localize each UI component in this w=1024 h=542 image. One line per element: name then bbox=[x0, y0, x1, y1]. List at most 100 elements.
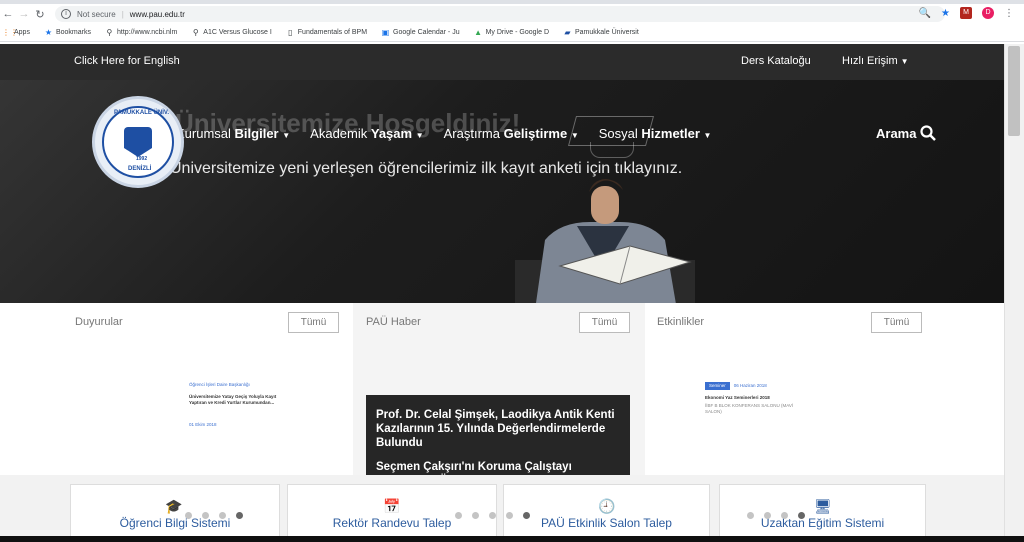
bookmark-label: Fundamentals of BPM bbox=[297, 29, 368, 36]
ders-katalogu-link[interactable]: Ders Kataloğu bbox=[741, 55, 811, 67]
nav-label: Akademik bbox=[310, 126, 368, 141]
etkinlik-place2: SALON) bbox=[705, 409, 722, 414]
os-taskbar bbox=[0, 536, 1024, 542]
nav-label-bold: Bilgiler bbox=[234, 126, 279, 141]
security-label: Not secure bbox=[77, 9, 116, 19]
back-arrow-icon[interactable]: ← bbox=[0, 8, 16, 20]
carousel-dot[interactable] bbox=[489, 512, 496, 519]
hizli-erisim-dropdown[interactable]: Hızlı Erişim ▼ bbox=[842, 55, 909, 67]
bookmark-label: Bookmarks bbox=[55, 29, 91, 36]
bookmark-label: http://www.ncbi.nlm bbox=[116, 29, 178, 36]
duyurular-carousel-dots bbox=[185, 512, 243, 519]
nav-label: Kurumsal bbox=[176, 126, 231, 141]
caret-down-icon: ▼ bbox=[703, 131, 712, 140]
nav-label: Araştırma bbox=[443, 126, 500, 141]
bookmark-ncbi[interactable]: ⚲ http://www.ncbi.nlm bbox=[105, 28, 178, 37]
etkinlik-carousel-dots bbox=[747, 512, 805, 519]
zoom-icon[interactable]: 🔍 bbox=[919, 8, 931, 19]
carousel-dot-active[interactable] bbox=[236, 512, 243, 519]
search-label: Arama bbox=[876, 125, 917, 141]
carousel-dot[interactable] bbox=[472, 512, 479, 519]
page-icon: ▰ bbox=[564, 28, 571, 37]
carousel-dot[interactable] bbox=[219, 512, 226, 519]
nav-akademik-yasam[interactable]: Akademik Yaşam ▼ bbox=[310, 126, 423, 141]
english-link[interactable]: Click Here for English bbox=[74, 55, 180, 67]
clock-icon: 🕘 bbox=[598, 498, 616, 514]
browser-address-bar: ← → ↻ i Not secure | www.pau.edu.tr 🔍 ★ … bbox=[0, 4, 1024, 24]
carousel-dot[interactable] bbox=[455, 512, 462, 519]
etkinlik-salon-label: PAÜ Etkinlik Salon Talep bbox=[541, 516, 672, 530]
etkinlik-preview[interactable]: Seminer 06 Haziran 2018 Ekonomi Yaz Semin… bbox=[705, 382, 793, 415]
duyuru-preview[interactable]: Öğrenci İşleri Daire Başkanlığı Üniversi… bbox=[189, 382, 276, 428]
logo-emblem bbox=[124, 127, 152, 157]
carousel-dot[interactable] bbox=[764, 512, 771, 519]
profile-avatar[interactable]: D bbox=[982, 7, 994, 19]
site-top-bar: Click Here for English Ders Kataloğu Hız… bbox=[0, 44, 1004, 80]
browser-toolbar-right: 🔍 ★ M D ⋮ bbox=[919, 7, 1014, 19]
logo-seal: PAMUKKALE ÜNİV. 1992 DENİZLİ bbox=[102, 106, 174, 178]
reload-icon[interactable]: ↻ bbox=[32, 8, 48, 21]
nav-label: Sosyal bbox=[598, 126, 638, 141]
duyuru-line2: Yaptıran ve Kredi Yurtlar Kurumundan... bbox=[189, 400, 275, 405]
bookmark-star-icon[interactable]: ★ bbox=[941, 8, 950, 19]
carousel-dot-active[interactable] bbox=[798, 512, 805, 519]
nav-arastirma-gelistirme[interactable]: Araştırma Geliştirme ▼ bbox=[444, 126, 579, 141]
bookmark-label: A1C Versus Glucose I bbox=[203, 29, 272, 36]
url-input[interactable]: i Not secure | www.pau.edu.tr bbox=[55, 6, 945, 22]
nav-sosyal-hizmetler[interactable]: Sosyal Hizmetler ▼ bbox=[599, 126, 712, 141]
carousel-dot-active[interactable] bbox=[523, 512, 530, 519]
bookmark-pamukkale[interactable]: ▰ Pamukkale Üniversit bbox=[563, 28, 639, 37]
bookmark-a1c[interactable]: ⚲ A1C Versus Glucose I bbox=[191, 28, 272, 37]
bookmark-apps[interactable]: ⋮⋮ Apps bbox=[2, 28, 30, 37]
nav-label-bold: Geliştirme bbox=[503, 126, 568, 141]
pau-haber-tumu-button[interactable]: Tümü bbox=[579, 312, 630, 333]
logo-year: 1992 bbox=[136, 156, 148, 162]
duyurular-tumu-button[interactable]: Tümü bbox=[288, 312, 339, 333]
etkinlikler-tumu-button[interactable]: Tümü bbox=[871, 312, 922, 333]
logo-bottom-text: DENİZLİ bbox=[128, 166, 152, 172]
bookmark-drive[interactable]: ▲ My Drive - Google D bbox=[474, 28, 549, 37]
menu-dots-icon[interactable]: ⋮ bbox=[1004, 8, 1014, 19]
haber-carousel-dots bbox=[455, 512, 530, 519]
bookmark-label: Pamukkale Üniversit bbox=[575, 29, 639, 36]
logo-top-text: PAMUKKALE ÜNİV. bbox=[114, 110, 170, 116]
graduation-cap-icon: 🎓 bbox=[165, 498, 183, 514]
link-icon: ⚲ bbox=[192, 28, 199, 37]
carousel-dot[interactable] bbox=[202, 512, 209, 519]
forward-arrow-icon[interactable]: → bbox=[16, 8, 32, 20]
graduation-cap-base bbox=[590, 142, 634, 158]
search-button[interactable]: Arama bbox=[876, 125, 937, 141]
extension-icon[interactable]: M bbox=[960, 7, 972, 19]
carousel-dot[interactable] bbox=[185, 512, 192, 519]
pau-haber-title: PAÜ Haber bbox=[366, 316, 421, 328]
info-icon[interactable]: i bbox=[61, 9, 71, 19]
nav-kurumsal-bilgiler[interactable]: Kurumsal Bilgiler ▼ bbox=[176, 126, 290, 141]
news-item[interactable]: Prof. Dr. Celal Şimşek, Laodikya Antik K… bbox=[366, 395, 630, 447]
search-icon bbox=[920, 125, 937, 141]
caret-down-icon: ▼ bbox=[415, 131, 424, 140]
calendar-icon: 📅 bbox=[383, 498, 401, 514]
nav-label-bold: Hizmetler bbox=[641, 126, 700, 141]
caret-down-icon: ▼ bbox=[282, 131, 291, 140]
url-text: www.pau.edu.tr bbox=[129, 9, 185, 19]
bookmark-label: My Drive - Google D bbox=[485, 29, 549, 36]
bookmark-calendar[interactable]: ▣ Google Calendar - Ju bbox=[381, 28, 460, 37]
etkinlik-title: Ekonomi Yaz Seminerleri 2018 bbox=[705, 395, 770, 400]
caret-down-icon: ▼ bbox=[570, 131, 579, 140]
carousel-dot[interactable] bbox=[506, 512, 513, 519]
bookmark-label: Apps bbox=[14, 29, 30, 36]
carousel-dot[interactable] bbox=[781, 512, 788, 519]
student-reading-photo bbox=[515, 179, 695, 303]
scrollbar-thumb[interactable] bbox=[1008, 46, 1020, 136]
duyuru-date: 01 Ekim 2018 bbox=[189, 422, 217, 427]
etkinlik-date: 06 Haziran 2018 bbox=[733, 383, 767, 388]
carousel-dot[interactable] bbox=[747, 512, 754, 519]
duyurular-title: Duyurular bbox=[75, 316, 123, 328]
bookmark-bookmarks[interactable]: ★ Bookmarks bbox=[44, 28, 91, 37]
bookmarks-bar: ⋮⋮ Apps ★ Bookmarks ⚲ http://www.ncbi.nlm ⚲… bbox=[0, 24, 1024, 42]
apps-grid-icon: ⋮⋮ bbox=[2, 28, 18, 37]
bookmark-bpm[interactable]: ▯ Fundamentals of BPM bbox=[286, 28, 367, 37]
hizli-erisim-label: Hızlı Erişim bbox=[842, 55, 898, 67]
university-logo[interactable]: PAMUKKALE ÜNİV. 1992 DENİZLİ bbox=[92, 96, 184, 188]
nav-label-bold: Yaşam bbox=[370, 126, 413, 141]
